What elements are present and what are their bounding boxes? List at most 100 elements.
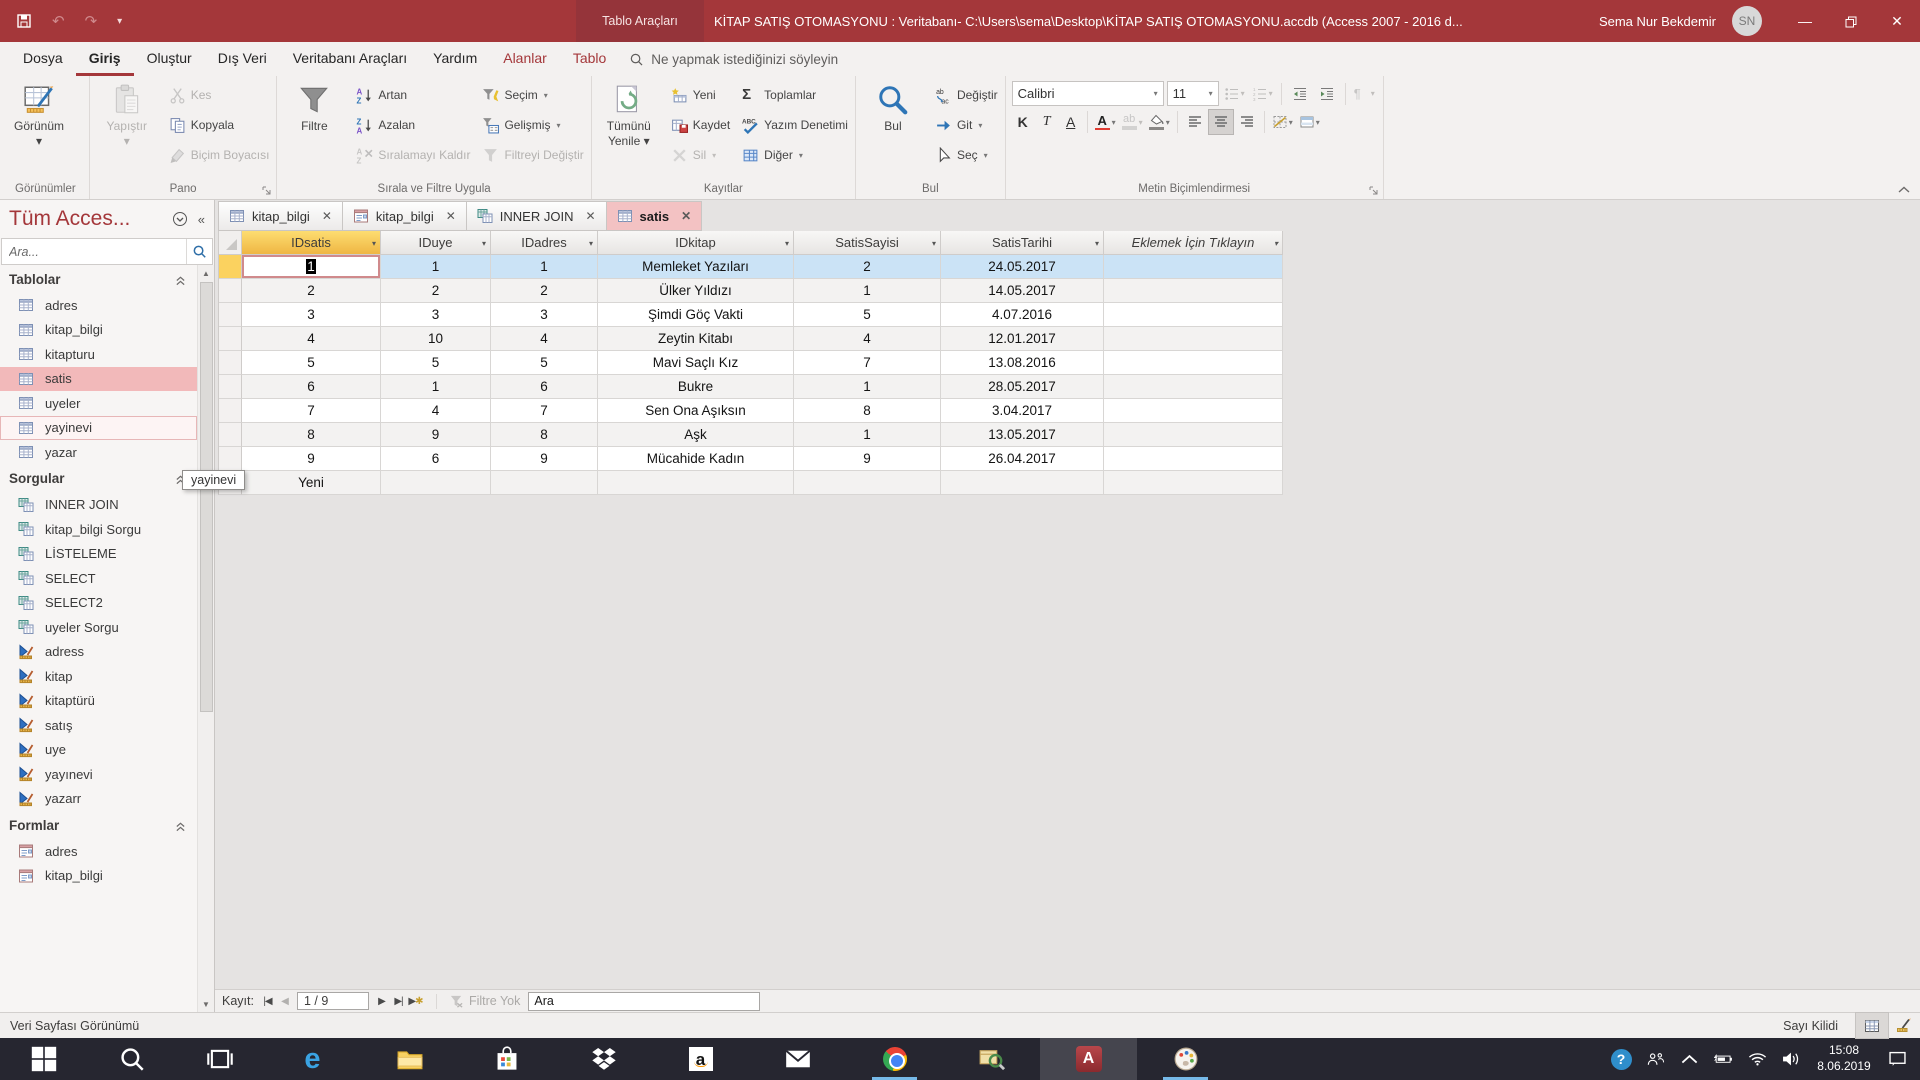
nav-item-inner-join[interactable]: INNER JOIN (0, 493, 197, 518)
nav-item-uyeler[interactable]: uyeler (0, 391, 197, 416)
cell[interactable]: Zeytin Kitabı (598, 327, 794, 351)
nav-item-li-steleme[interactable]: LİSTELEME (0, 542, 197, 567)
column-header-satissayisi[interactable]: SatisSayisi▾ (794, 231, 941, 255)
cell[interactable]: 9 (242, 447, 381, 471)
cell[interactable]: 7 (794, 351, 941, 375)
se-button[interactable]: Seç▾ (930, 140, 1003, 170)
column-header-idkitap[interactable]: IDkitap▾ (598, 231, 794, 255)
nav-item-yazar[interactable]: yazar (0, 440, 197, 465)
font-name-combo[interactable]: Calibri▾ (1012, 81, 1164, 106)
cell[interactable]: Sen Ona Aşıksın (598, 399, 794, 423)
cell[interactable]: 12.01.2017 (941, 327, 1104, 351)
cell[interactable] (941, 471, 1104, 495)
font-color-button[interactable]: A▾ (1093, 110, 1118, 134)
ribbon-tab-d-veri[interactable]: Dış Veri (205, 42, 280, 76)
new-record-nav-icon[interactable]: ▶✱ (407, 996, 424, 1007)
azalan-button[interactable]: ZAAzalan (351, 110, 475, 140)
di-er-button[interactable]: Diğer▾ (737, 140, 853, 170)
close-icon[interactable]: ✕ (585, 209, 595, 223)
taskbar-file-explorer-icon[interactable] (361, 1038, 458, 1080)
previous-record-icon[interactable]: ◀ (276, 996, 293, 1007)
avatar[interactable]: SN (1732, 6, 1762, 36)
close-icon[interactable]: ✕ (322, 209, 332, 223)
nav-item-uyeler-sorgu[interactable]: uyeler Sorgu (0, 615, 197, 640)
design-view-button[interactable] (1888, 1013, 1920, 1038)
column-dropdown-icon[interactable]: ▾ (932, 239, 936, 248)
cell[interactable] (1104, 351, 1283, 375)
row-selector[interactable] (219, 351, 242, 375)
cell[interactable] (598, 471, 794, 495)
column-dropdown-icon[interactable]: ▾ (589, 239, 593, 248)
cell[interactable]: 5 (381, 351, 491, 375)
nav-item-satis[interactable]: satis (0, 367, 197, 392)
cell[interactable]: Şimdi Göç Vakti (598, 303, 794, 327)
row-selector[interactable] (219, 303, 242, 327)
cell[interactable]: Mücahide Kadın (598, 447, 794, 471)
clock[interactable]: 15:08 8.06.2019 (1808, 1043, 1880, 1074)
taskbar-chrome-icon[interactable] (846, 1038, 943, 1080)
next-record-icon[interactable]: ▶ (373, 996, 390, 1007)
cell[interactable]: Memleket Yazıları (598, 255, 794, 279)
column-header-idsatis[interactable]: IDsatis▾ (242, 231, 381, 255)
nav-item-kitapt-r[interactable]: kitaptürü (0, 689, 197, 714)
cell[interactable]: 9 (491, 447, 598, 471)
column-dropdown-icon[interactable]: ▾ (482, 239, 486, 248)
nav-item-adres[interactable]: adres (0, 839, 197, 864)
nav-search-input[interactable] (9, 245, 186, 259)
cell[interactable]: 4.07.2016 (941, 303, 1104, 327)
nav-item-kitap[interactable]: kitap (0, 664, 197, 689)
filter-status[interactable]: Filtre Yok (436, 994, 520, 1009)
nav-item-select[interactable]: SELECT (0, 566, 197, 591)
close-icon[interactable]: ✕ (681, 209, 691, 223)
row-selector[interactable] (219, 447, 242, 471)
taskbar-utility-icon[interactable] (943, 1038, 1040, 1080)
cell[interactable]: 9 (794, 447, 941, 471)
cell[interactable]: 5 (491, 351, 598, 375)
taskbar-edge-icon[interactable]: e (264, 1038, 361, 1080)
indent-increase-button[interactable] (1315, 82, 1339, 106)
bul-button[interactable]: Bul (857, 79, 929, 136)
ribbon-tab-tablo[interactable]: Tablo (560, 42, 619, 76)
cell[interactable] (1104, 327, 1283, 351)
datasheet-view-button[interactable] (1856, 1013, 1888, 1038)
cell[interactable]: 1 (794, 423, 941, 447)
taskbar-access-icon[interactable]: A (1040, 1038, 1137, 1080)
tell-me-box[interactable]: Ne yapmak istediğinizi söyleyin (629, 42, 838, 76)
yaz-m-denetimi-button[interactable]: ABCYazım Denetimi (737, 110, 853, 140)
align-center-button[interactable] (1209, 110, 1233, 134)
nav-item-uye[interactable]: uye (0, 738, 197, 763)
column-dropdown-icon[interactable]: ▾ (785, 239, 789, 248)
nav-menu-icon[interactable] (172, 211, 188, 227)
t-m-n-yenile-button[interactable]: TümünüYenile ▾ (593, 79, 665, 151)
nav-section-formlar[interactable]: Formlar (0, 811, 197, 839)
scroll-up-icon[interactable]: ▲ (202, 265, 210, 281)
cell[interactable]: 13.08.2016 (941, 351, 1104, 375)
git-button[interactable]: Git▾ (930, 110, 1003, 140)
people-icon[interactable] (1638, 1038, 1672, 1080)
taskbar-taskbar-search-icon[interactable] (88, 1038, 176, 1080)
shutter-close-icon[interactable]: « (198, 212, 205, 227)
nav-item-kitapturu[interactable]: kitapturu (0, 342, 197, 367)
last-record-icon[interactable]: ▶| (390, 996, 407, 1007)
bold-button[interactable]: K (1012, 111, 1034, 133)
user-name[interactable]: Sema Nur Bekdemir (1599, 14, 1716, 29)
kaydet-button[interactable]: Kaydet (666, 110, 735, 140)
toplamlar-button[interactable]: ΣToplamlar (737, 80, 853, 110)
nav-item-select2[interactable]: SELECT2 (0, 591, 197, 616)
cell[interactable]: 8 (242, 423, 381, 447)
taskbar-paint-icon[interactable] (1137, 1038, 1234, 1080)
save-icon[interactable] (16, 13, 32, 29)
scroll-down-icon[interactable]: ▼ (202, 996, 210, 1012)
cell[interactable]: 3 (242, 303, 381, 327)
record-search-input[interactable] (528, 992, 760, 1011)
kopyala-button[interactable]: Kopyala (164, 110, 275, 140)
nav-section-sorgular[interactable]: Sorgular (0, 465, 197, 493)
row-selector[interactable] (219, 327, 242, 351)
close-icon[interactable]: ✕ (446, 209, 456, 223)
cell[interactable]: 4 (794, 327, 941, 351)
taskbar-mail-icon[interactable] (749, 1038, 846, 1080)
nav-item-sat[interactable]: satış (0, 713, 197, 738)
cell[interactable]: 3 (491, 303, 598, 327)
wifi-icon[interactable] (1740, 1038, 1774, 1080)
doc-tab-satis[interactable]: satis✕ (606, 201, 703, 231)
